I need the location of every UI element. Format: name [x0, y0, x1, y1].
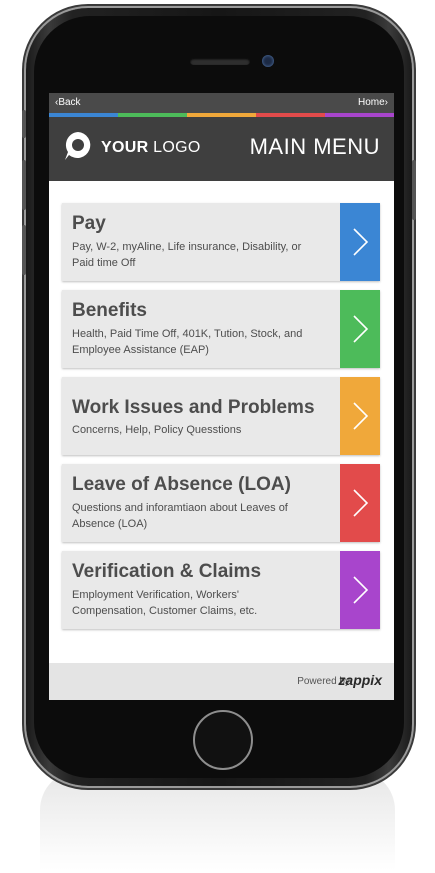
- logo-text: YOUR LOGO: [101, 139, 201, 157]
- menu-item-title: Verification & Claims: [72, 561, 262, 582]
- page-title: MAIN MENU: [249, 134, 380, 159]
- menu-item-title: Leave of Absence (LOA): [72, 474, 291, 495]
- menu-item-title: Benefits: [72, 300, 147, 321]
- menu-item-arrow-box[interactable]: [340, 551, 380, 629]
- home-link[interactable]: Home›: [358, 97, 388, 108]
- menu-item-arrow-box[interactable]: [340, 464, 380, 542]
- volume-up-button: [22, 160, 26, 210]
- menu-item-description: Health, Paid Time Off, 401K, Tution, Sto…: [72, 328, 303, 356]
- menu-item-description: Employment Verification, Workers' Compen…: [72, 589, 258, 617]
- menu-item-work-issues[interactable]: Work Issues and Problems Concerns, Help,…: [62, 377, 380, 455]
- chevron-right-icon: [353, 402, 369, 430]
- back-link[interactable]: ‹Back: [55, 97, 81, 108]
- logo-text-bold: YOUR: [101, 139, 149, 156]
- menu-item-pay[interactable]: Pay Pay, W-2, myAline, Life insurance, D…: [62, 203, 380, 281]
- logo-text-regular: LOGO: [148, 139, 201, 156]
- menu-item-title: Pay: [72, 213, 106, 234]
- menu-item-description: Questions and inforamtiaon about Leaves …: [72, 502, 288, 530]
- chevron-right-icon: [353, 315, 369, 343]
- app-header: YOUR LOGO MAIN MENU: [49, 117, 394, 181]
- menu-item-arrow-box[interactable]: [340, 290, 380, 368]
- chevron-right-icon: [353, 576, 369, 604]
- app-footer: Powered by zappix: [49, 663, 394, 700]
- chevron-right-icon: [353, 489, 369, 517]
- home-button[interactable]: [193, 710, 253, 770]
- menu-item-arrow-box[interactable]: [340, 203, 380, 281]
- menu-item-description: Pay, W-2, myAline, Life insurance, Disab…: [72, 241, 302, 269]
- menu-item-verification-claims[interactable]: Verification & Claims Employment Verific…: [62, 551, 380, 629]
- app-screen: ‹Back Home› YOUR LOGO MAIN MENU Pay Pay,…: [49, 93, 394, 700]
- zappix-brand-logo[interactable]: zappix: [338, 672, 382, 688]
- menu-item-title: Work Issues and Problems: [72, 397, 315, 418]
- menu-item-description: Concerns, Help, Policy Quesstions: [72, 424, 242, 436]
- nav-bar: ‹Back Home›: [49, 93, 394, 113]
- menu-item-benefits[interactable]: Benefits Health, Paid Time Off, 401K, Tu…: [62, 290, 380, 368]
- location-pin-logo-icon: [65, 132, 91, 160]
- volume-down-button: [22, 225, 26, 275]
- silent-switch: [22, 110, 26, 138]
- power-button: [412, 160, 416, 220]
- menu-item-arrow-box[interactable]: [340, 377, 380, 455]
- earpiece-speaker: [190, 58, 250, 65]
- menu-list: Pay Pay, W-2, myAline, Life insurance, D…: [49, 181, 394, 663]
- menu-item-leave-of-absence[interactable]: Leave of Absence (LOA) Questions and inf…: [62, 464, 380, 542]
- front-camera: [262, 55, 274, 67]
- chevron-right-icon: [353, 228, 369, 256]
